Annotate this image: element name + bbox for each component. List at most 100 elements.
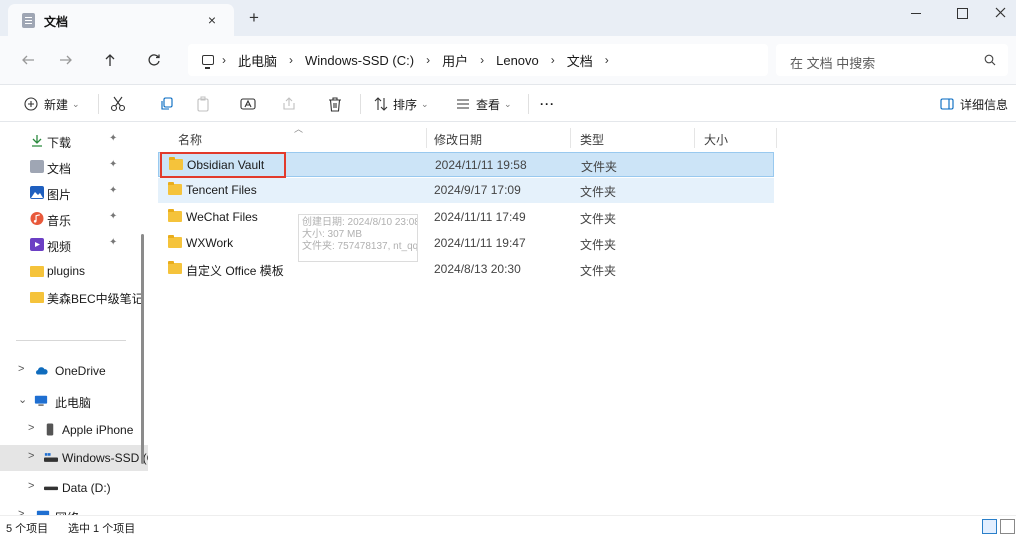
back-button[interactable] [14, 48, 42, 72]
new-tab-button[interactable]: + [244, 9, 264, 29]
chevron-right-icon[interactable]: > [28, 480, 34, 492]
copy-icon [161, 97, 173, 110]
details-view-button[interactable] [982, 519, 997, 534]
copy-button[interactable] [160, 94, 174, 114]
breadcrumb[interactable]: › 此电脑 › Windows-SSD (C:) › 用户 › Lenovo ›… [188, 44, 768, 76]
chevron-down-icon: ⌄ [421, 98, 429, 109]
sidebar-item-bec-notes[interactable]: 美森BEC中级笔记 [0, 284, 144, 310]
sidebar-item-label: Apple iPhone [62, 423, 134, 437]
sidebar-item-apple-iphone[interactable]: > Apple iPhone [0, 417, 148, 443]
up-button[interactable] [96, 48, 124, 72]
annotation-highlight-box [160, 152, 286, 178]
pin-icon: ✦ [109, 237, 118, 248]
videos-icon [30, 238, 44, 251]
sidebar-item-pictures[interactable]: 图片 ✦ [0, 180, 140, 206]
column-divider[interactable] [694, 128, 695, 148]
column-divider[interactable] [426, 128, 427, 148]
sidebar-item-drive-d[interactable]: > Data (D:) [0, 475, 148, 501]
details-pane-button[interactable]: 详细信息 [940, 94, 1008, 114]
breadcrumb-documents[interactable]: 文档 [567, 51, 593, 70]
chevron-right-icon[interactable]: > [18, 363, 24, 375]
music-icon [30, 212, 44, 225]
file-name: WeChat Files [186, 210, 258, 224]
file-row-wxwork[interactable]: WXWork 2024/11/11 19:47 文件夹 [158, 231, 774, 256]
close-button[interactable] [980, 0, 1016, 30]
drive-icon [44, 453, 58, 462]
tiles-view-button[interactable] [1000, 519, 1015, 534]
column-header-type[interactable]: 类型 [580, 131, 604, 148]
sidebar-item-onedrive[interactable]: > OneDrive [0, 358, 148, 384]
search-icon [984, 54, 996, 66]
arrow-up-icon [105, 54, 115, 66]
rename-button[interactable] [240, 94, 256, 114]
column-header-modified[interactable]: 修改日期 [434, 131, 482, 148]
file-type: 文件夹 [581, 160, 618, 174]
file-row-tencent-files[interactable]: Tencent Files 2024/9/17 17:09 文件夹 [158, 178, 774, 203]
sidebar-item-music[interactable]: 音乐 ✦ [0, 206, 140, 232]
paste-icon [197, 96, 209, 112]
sidebar-item-plugins[interactable]: plugins [0, 258, 140, 284]
file-type: 文件夹 [580, 238, 617, 252]
documents-icon [22, 13, 35, 28]
tab-documents[interactable]: 文档 × [8, 4, 234, 36]
more-options-button[interactable]: ··· [540, 94, 555, 114]
paste-button[interactable] [196, 94, 210, 114]
breadcrumb-separator: › [480, 53, 485, 67]
column-header-size[interactable]: 大小 [704, 131, 728, 148]
file-modified: 2024/9/17 17:09 [434, 183, 521, 197]
chevron-right-icon[interactable]: > [28, 450, 34, 462]
forward-button[interactable] [52, 48, 80, 72]
column-divider[interactable] [570, 128, 571, 148]
breadcrumb-separator: › [289, 53, 294, 67]
file-name: 自定义 Office 模板 [186, 264, 284, 278]
toolbar-divider [98, 94, 99, 114]
sidebar-item-documents[interactable]: 文档 ✦ [0, 154, 140, 180]
breadcrumb-drive-c[interactable]: Windows-SSD (C:) [305, 53, 414, 68]
share-button[interactable] [282, 94, 296, 114]
minimize-button[interactable] [896, 0, 936, 30]
file-type: 文件夹 [580, 264, 617, 278]
sidebar-item-downloads[interactable]: 下载 ✦ [0, 128, 140, 154]
sidebar-scrollbar[interactable] [141, 234, 144, 464]
chevron-right-icon[interactable]: > [28, 422, 34, 434]
folder-icon [168, 261, 182, 274]
chevron-right-icon[interactable]: > [18, 508, 24, 515]
share-icon [283, 97, 295, 110]
navigation-pane: 下载 ✦ 文档 ✦ 图片 ✦ 音乐 ✦ 视频 ✦ plugins 美森BEC中级… [0, 122, 148, 515]
command-bar: 新建 ⌄ 排序 ⌄ 查看 ⌄ ··· 详细信息 [0, 84, 1016, 122]
plus-circle-icon [24, 97, 38, 111]
delete-button[interactable] [328, 94, 342, 114]
tab-close-button[interactable]: × [202, 10, 222, 30]
chevron-down-icon: ⌄ [72, 98, 80, 109]
sidebar-item-this-pc[interactable]: ⌄ 此电脑 [0, 388, 148, 414]
tab-title: 文档 [44, 15, 69, 29]
breadcrumb-separator: › [550, 53, 555, 67]
file-row-office-templates[interactable]: 自定义 Office 模板 2024/8/13 20:30 文件夹 [158, 257, 774, 282]
sidebar-item-drive-c[interactable]: > Windows-SSD (C:) [0, 445, 148, 471]
pc-icon [34, 395, 48, 406]
breadcrumb-this-pc[interactable]: 此电脑 [238, 51, 277, 70]
file-row-wechat-files[interactable]: WeChat Files 2024/11/11 17:49 文件夹 [158, 205, 774, 230]
refresh-button[interactable] [140, 48, 168, 72]
chevron-down-icon[interactable]: ⌄ [18, 393, 27, 406]
breadcrumb-users[interactable]: 用户 [442, 51, 468, 70]
column-divider[interactable] [776, 128, 777, 148]
arrow-right-icon [60, 55, 72, 65]
search-input[interactable]: 在 文档 中搜索 [776, 44, 1008, 76]
new-button[interactable]: 新建 ⌄ [24, 94, 80, 114]
status-bar: 5 个项目 选中 1 个项目 [0, 515, 1016, 537]
sort-button[interactable]: 排序 ⌄ [374, 94, 429, 114]
breadcrumb-lenovo[interactable]: Lenovo [496, 53, 539, 68]
selection-count: 选中 1 个项目 [68, 523, 136, 535]
folder-icon [30, 292, 44, 303]
column-header-name[interactable]: 名称 [178, 131, 202, 148]
file-list: 名称 ︿ 修改日期 类型 大小 Obsidian Vault 2024/11/1… [148, 122, 1016, 515]
sidebar-item-network[interactable]: > 网络 [0, 503, 148, 515]
maximize-button[interactable] [942, 0, 982, 30]
breadcrumb-separator: › [222, 53, 226, 67]
sidebar-item-videos[interactable]: 视频 ✦ [0, 232, 140, 258]
view-button[interactable]: 查看 ⌄ [456, 94, 512, 114]
phone-icon [46, 423, 54, 436]
cut-button[interactable] [110, 94, 126, 114]
file-name: WXWork [186, 236, 234, 250]
